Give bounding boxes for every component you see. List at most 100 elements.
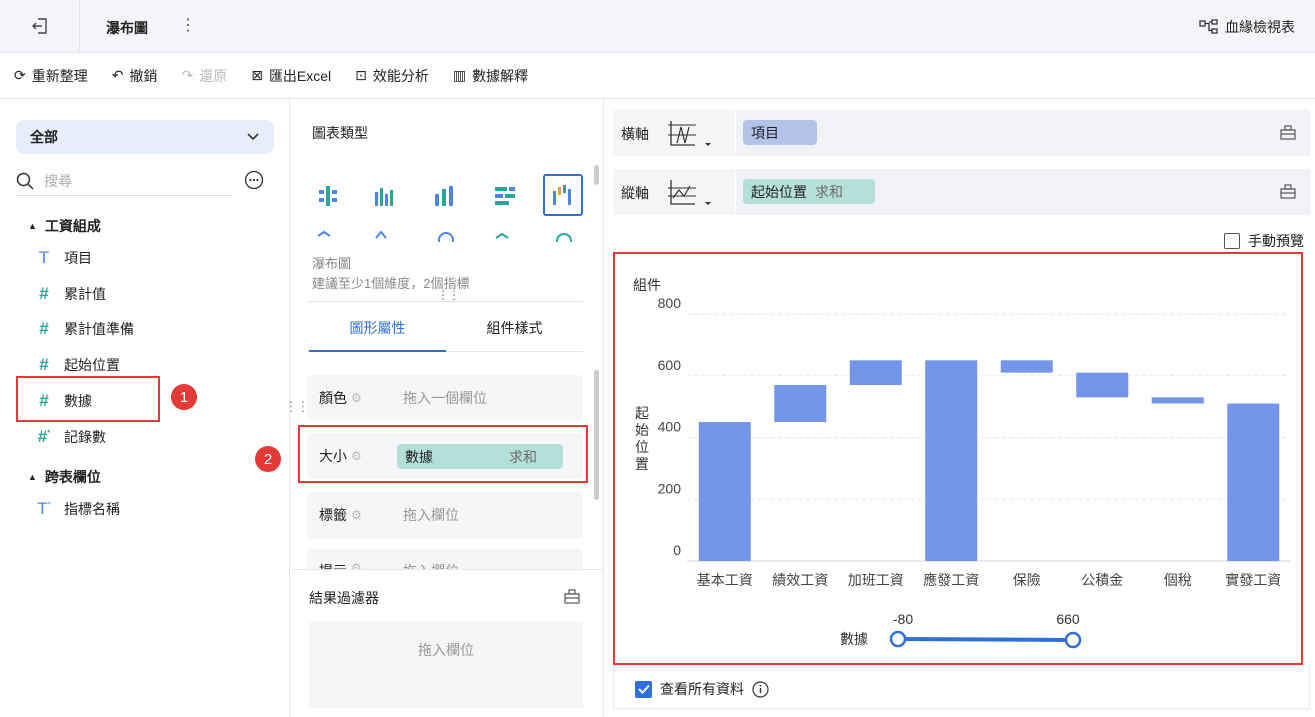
calc-text-field-icon: T* (37, 499, 51, 518)
field-metric-name[interactable]: T* 指標名稱 (36, 499, 120, 519)
chart-type-grouped-bar[interactable] (310, 177, 348, 215)
size-legend-min-handle[interactable] (889, 630, 907, 648)
lineage-view-button[interactable]: 血緣檢視表 (1199, 17, 1295, 37)
explain-label: 數據解釋 (472, 67, 529, 84)
chart-type-title: 圖表類型 (312, 125, 368, 141)
explain-icon: ▥ (452, 67, 467, 83)
page-title: 瀑布圖 (106, 20, 148, 36)
refresh-icon: ⟳ (14, 67, 26, 83)
data-explain-button[interactable]: ▥ 數據解釋 (453, 66, 528, 86)
x-axis-field-pill[interactable]: 項目 (743, 120, 817, 145)
redo-label: 還原 (199, 67, 228, 84)
filter-drop-zone[interactable]: 拖入欄位 (309, 622, 583, 708)
view-all-data-toggle[interactable]: 查看所有資料 (635, 679, 769, 699)
y-axis-field-pill[interactable]: 起始位置 求和 (743, 179, 875, 204)
y-axis-drop-zone[interactable]: 起始位置 求和 (735, 169, 1310, 215)
group-salary[interactable]: ▲ 工資組成 (28, 216, 101, 236)
x-axis-drop-zone[interactable]: 項目 (735, 110, 1310, 156)
settings-icon[interactable]: ⚙ (351, 391, 362, 405)
field-search-input[interactable]: 搜尋 (16, 166, 232, 196)
tab-graphic-properties[interactable]: 圖形屬性 (309, 318, 446, 338)
chart-type-column[interactable] (426, 177, 464, 215)
y-tick-label: 0 (673, 542, 681, 558)
view-all-data-label: 查看所有資料 (660, 681, 744, 697)
y-tick-label: 600 (658, 357, 682, 373)
performance-analysis-button[interactable]: ⊡ 效能分析 (355, 66, 429, 86)
y-axis-type-icon[interactable] (667, 178, 711, 213)
checkbox-unchecked-icon[interactable] (1224, 233, 1240, 249)
field-cumulative-prep[interactable]: # 累計值準備 (36, 319, 134, 339)
back-button[interactable] (0, 0, 80, 52)
export-excel-button[interactable]: ⊠ 匯出Excel (251, 66, 331, 86)
chart-type-stacked-column[interactable] (366, 177, 404, 215)
field-label: 累計值 (64, 286, 106, 302)
x-tick-label: 個稅 (1164, 572, 1192, 588)
undo-label: 撤銷 (129, 67, 158, 84)
pill-field: 項目 (751, 124, 779, 141)
refresh-label: 重新整理 (31, 67, 88, 84)
manual-preview-toggle[interactable]: 手動預覽 (1224, 231, 1304, 251)
scrollbar[interactable] (594, 370, 599, 500)
number-field-icon: # (39, 355, 49, 374)
y-axis-row: 縱軸 起始位置 求和 (613, 169, 1310, 215)
chart-type-row-2-partial (312, 228, 582, 242)
filter-title: 結果過濾器 (309, 590, 379, 606)
axis-settings-icon[interactable] (1280, 183, 1296, 202)
settings-icon[interactable]: ⚙ (351, 561, 362, 569)
excel-icon: ⊠ (251, 67, 263, 83)
size-legend-max-handle[interactable] (1064, 631, 1082, 649)
result-filter-section: 結果過濾器 拖入欄位 (291, 569, 603, 717)
refresh-button[interactable]: ⟳ 重新整理 (14, 66, 88, 86)
x-axis-label: 橫軸 (621, 126, 649, 142)
redo-button[interactable]: ↷ 還原 (181, 66, 227, 86)
more-options-icon[interactable]: ⋮ (180, 15, 196, 35)
field-start-position[interactable]: # 起始位置 (36, 355, 120, 375)
performance-icon: ⊡ (355, 67, 367, 83)
dataset-select[interactable]: 全部 (16, 120, 274, 154)
toolbar: ⟳ 重新整理 ↶ 撤銷 ↷ 還原 ⊠ 匯出Excel ⊡ 效能分析 ▥ 數據解釋 (0, 53, 1315, 99)
exit-icon (31, 18, 47, 34)
x-axis-type-icon[interactable] (667, 119, 711, 154)
x-axis-row: 橫軸 項目 (613, 110, 1310, 156)
highlight-box-2 (298, 425, 588, 483)
field-item[interactable]: T 項目 (36, 248, 92, 268)
field-record-count[interactable]: #* 記錄數 (36, 427, 106, 447)
chart-type-waterfall-selected[interactable] (543, 174, 583, 216)
chart-title: 組件 (633, 277, 661, 293)
axis-settings-icon[interactable] (1280, 124, 1296, 143)
group-cross-table[interactable]: ▲ 跨表欄位 (28, 467, 101, 487)
stacked-column-icon (375, 188, 393, 206)
filter-settings-icon[interactable] (564, 588, 580, 607)
undo-button[interactable]: ↶ 撤銷 (112, 66, 158, 86)
waterfall-bar (1000, 360, 1053, 373)
selected-type-name: 瀑布圖 (312, 256, 352, 271)
settings-icon[interactable]: ⚙ (351, 508, 362, 522)
number-field-icon: # (39, 319, 49, 338)
info-icon[interactable] (752, 680, 769, 698)
top-bar: 瀑布圖 ⋮ 血緣檢視表 (0, 0, 1315, 53)
property-tooltip[interactable]: 提示 ⚙ 拖入欄位 (307, 549, 583, 569)
column-icon (435, 186, 453, 206)
x-tick-label: 基本工資 (697, 572, 753, 588)
waterfall-chart: 組件 0 200 400 600 800 基本工資 績效工資 加班工資 應發工資 保險 公積金 個稅… (633, 277, 1291, 649)
scrollbar[interactable] (594, 165, 599, 185)
field-cumulative[interactable]: # 累計值 (36, 284, 106, 304)
size-legend-min: -80 (893, 611, 913, 627)
checkbox-checked-icon[interactable] (635, 680, 652, 698)
tab-component-style[interactable]: 組件樣式 (446, 318, 583, 338)
drag-handle[interactable]: ⋮⋮ (437, 288, 460, 302)
waterfall-bar (1151, 397, 1204, 404)
redo-icon: ↷ (181, 67, 194, 83)
waterfall-bar (698, 422, 751, 561)
chart-preview: 組件 0 200 400 600 800 基本工資 績效工資 加班工資 應發工資 保險 公積金 個稅… (613, 252, 1303, 665)
property-label-field[interactable]: 標籤 ⚙ 拖入欄位 (307, 492, 583, 538)
calc-number-field-icon: #* (37, 427, 51, 446)
more-circle-icon[interactable] (244, 170, 264, 193)
y-tick-label: 400 (658, 419, 682, 435)
group-label: 工資組成 (44, 218, 101, 234)
chart-type-bar[interactable] (486, 177, 524, 215)
property-color[interactable]: 顏色 ⚙ 拖入一個欄位 (307, 375, 583, 421)
waterfall-bar (1227, 403, 1280, 561)
search-placeholder: 搜尋 (44, 172, 72, 189)
size-legend-label: 數據 (840, 631, 868, 647)
